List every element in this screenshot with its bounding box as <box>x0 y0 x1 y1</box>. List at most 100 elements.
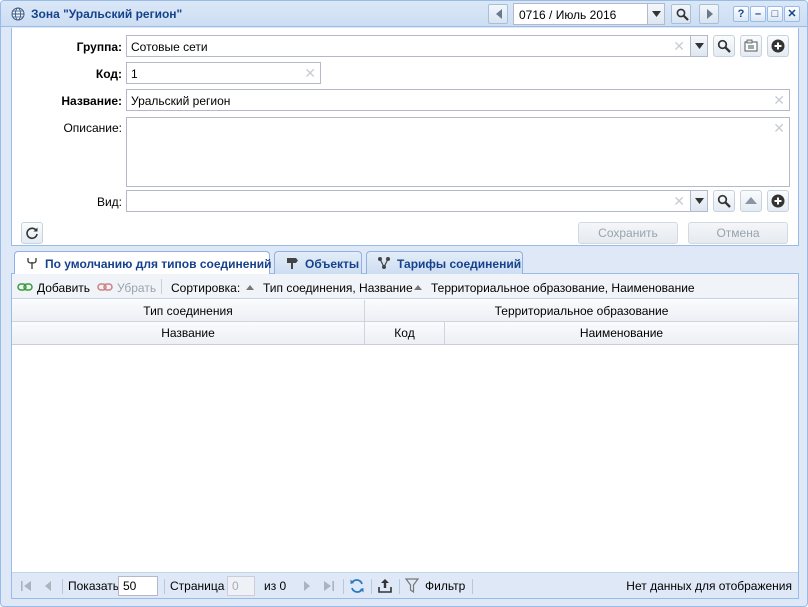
code-value: 1 <box>131 67 138 81</box>
page-size-input[interactable]: 50 <box>118 576 158 596</box>
group-dropdown-trigger[interactable] <box>690 36 707 56</box>
column-title[interactable]: Наименование <box>445 322 798 344</box>
link-remove-icon <box>97 283 113 291</box>
page-size-label: Показать <box>68 579 120 593</box>
search-icon <box>676 8 689 21</box>
pager-bar: Показать 50 Страница 0 из 0 Фильтр Нет д… <box>12 572 798 598</box>
pager-divider <box>164 579 165 594</box>
clear-icon[interactable]: ✕ <box>304 66 316 80</box>
refresh-button[interactable] <box>21 222 43 244</box>
reload-icon[interactable] <box>349 578 365 594</box>
zone-form: Группа: Сотовые сети ✕ Код: 1 ✕ Название… <box>11 28 799 246</box>
eject-icon <box>745 197 757 204</box>
toolbar-divider <box>161 279 162 294</box>
kind-search-button[interactable] <box>713 190 735 212</box>
description-field[interactable]: ✕ <box>126 117 790 187</box>
network-icon <box>378 257 390 269</box>
zone-window: Зона "Уральский регион" 0716 / Июль 2016… <box>0 0 808 607</box>
search-icon <box>717 194 731 208</box>
tab-panel: Добавить Убрать Сортировка: Тип соединен… <box>11 274 799 599</box>
refresh-icon <box>26 227 38 240</box>
tab-objects[interactable]: Объекты <box>274 251 362 274</box>
pager-status: Нет данных для отображения <box>626 579 792 593</box>
clear-icon[interactable]: ✕ <box>673 194 685 208</box>
grid-toolbar: Добавить Убрать Сортировка: Тип соединен… <box>12 274 798 299</box>
group-add-button[interactable] <box>767 35 789 57</box>
add-circle-icon <box>771 194 785 208</box>
sort-territory-button[interactable]: Территориальное образование, Наименовани… <box>431 281 695 295</box>
filter-icon[interactable] <box>405 578 419 594</box>
kind-label: Вид: <box>96 195 122 209</box>
minimize-button[interactable]: – <box>750 6 766 22</box>
last-page-icon[interactable] <box>323 580 335 592</box>
first-page-icon[interactable] <box>20 580 32 592</box>
prev-page-icon[interactable] <box>42 580 54 592</box>
link-add-icon <box>17 283 33 291</box>
add-circle-icon <box>771 39 785 53</box>
chevron-down-icon <box>695 198 704 204</box>
save-button[interactable]: Сохранить <box>578 222 678 244</box>
next-period-button[interactable] <box>699 4 719 24</box>
fork-icon <box>27 258 37 269</box>
previous-period-button[interactable] <box>488 4 508 24</box>
arrow-left-icon <box>496 9 502 19</box>
add-button[interactable]: Добавить <box>37 281 90 295</box>
chevron-down-icon <box>695 43 704 49</box>
tab-label: Тарифы соединений <box>397 257 522 271</box>
name-value: Уральский регион <box>131 94 231 108</box>
next-page-icon[interactable] <box>301 580 313 592</box>
filter-button[interactable]: Фильтр <box>425 579 465 593</box>
tab-strip: По умолчанию для типов соединений Объект… <box>11 246 799 275</box>
clear-icon[interactable]: ✕ <box>673 39 685 53</box>
pager-divider <box>62 579 63 594</box>
remove-button[interactable]: Убрать <box>117 281 156 295</box>
code-field[interactable]: 1 ✕ <box>126 62 321 84</box>
kind-clear-button[interactable] <box>740 190 762 212</box>
group-search-button[interactable] <box>713 35 735 57</box>
description-label: Описание: <box>63 121 122 135</box>
clear-icon[interactable]: ✕ <box>773 121 785 135</box>
cancel-button[interactable]: Отмена <box>688 222 788 244</box>
column-code[interactable]: Код <box>365 322 445 344</box>
sort-type-name-button[interactable]: Тип соединения, Название <box>263 281 413 295</box>
clear-icon[interactable]: ✕ <box>773 93 785 107</box>
column-name[interactable]: Название <box>12 322 365 344</box>
period-dropdown-trigger[interactable] <box>647 4 664 24</box>
help-button[interactable]: ? <box>733 6 749 22</box>
kind-dropdown-trigger[interactable] <box>690 191 707 211</box>
tab-label: По умолчанию для типов соединений <box>45 257 272 271</box>
pager-divider <box>472 579 473 594</box>
header-connection-type: Тип соединения <box>12 300 365 321</box>
group-label: Группа: <box>76 40 122 54</box>
grid-column-header: Название Код Наименование <box>12 322 798 345</box>
name-field[interactable]: Уральский регион ✕ <box>126 89 790 111</box>
group-value: Сотовые сети <box>131 40 208 54</box>
tab-label: Объекты <box>305 257 360 271</box>
code-label: Код: <box>95 67 122 81</box>
page-label: Страница <box>170 579 225 593</box>
group-open-card-button[interactable] <box>740 35 762 57</box>
tab-connection-tariffs[interactable]: Тарифы соединений <box>366 251 523 274</box>
pager-divider <box>399 579 400 594</box>
search-icon <box>717 39 731 53</box>
period-select[interactable]: 0716 / Июль 2016 <box>513 3 665 25</box>
page-count-label: из 0 <box>264 579 287 593</box>
name-label: Название: <box>61 94 122 108</box>
window-title: Зона "Уральский регион" <box>31 7 183 21</box>
sort-label: Сортировка: <box>171 281 241 295</box>
header-territory: Территориальное образование <box>494 304 669 318</box>
period-search-button[interactable] <box>671 4 691 24</box>
export-icon[interactable] <box>377 578 393 594</box>
close-button[interactable]: ✕ <box>784 6 800 22</box>
pager-divider <box>343 579 344 594</box>
kind-field[interactable]: ✕ <box>126 190 708 212</box>
group-field[interactable]: Сотовые сети ✕ <box>126 35 708 57</box>
title-bar: Зона "Уральский регион" 0716 / Июль 2016… <box>1 1 807 27</box>
period-value: 0716 / Июль 2016 <box>519 8 617 22</box>
page-number-input[interactable]: 0 <box>227 576 255 596</box>
folder-card-icon <box>744 39 758 52</box>
pager-divider <box>371 579 372 594</box>
maximize-button[interactable]: □ <box>767 6 783 22</box>
tab-default-connection-types[interactable]: По умолчанию для типов соединений <box>14 251 272 275</box>
kind-add-button[interactable] <box>767 190 789 212</box>
